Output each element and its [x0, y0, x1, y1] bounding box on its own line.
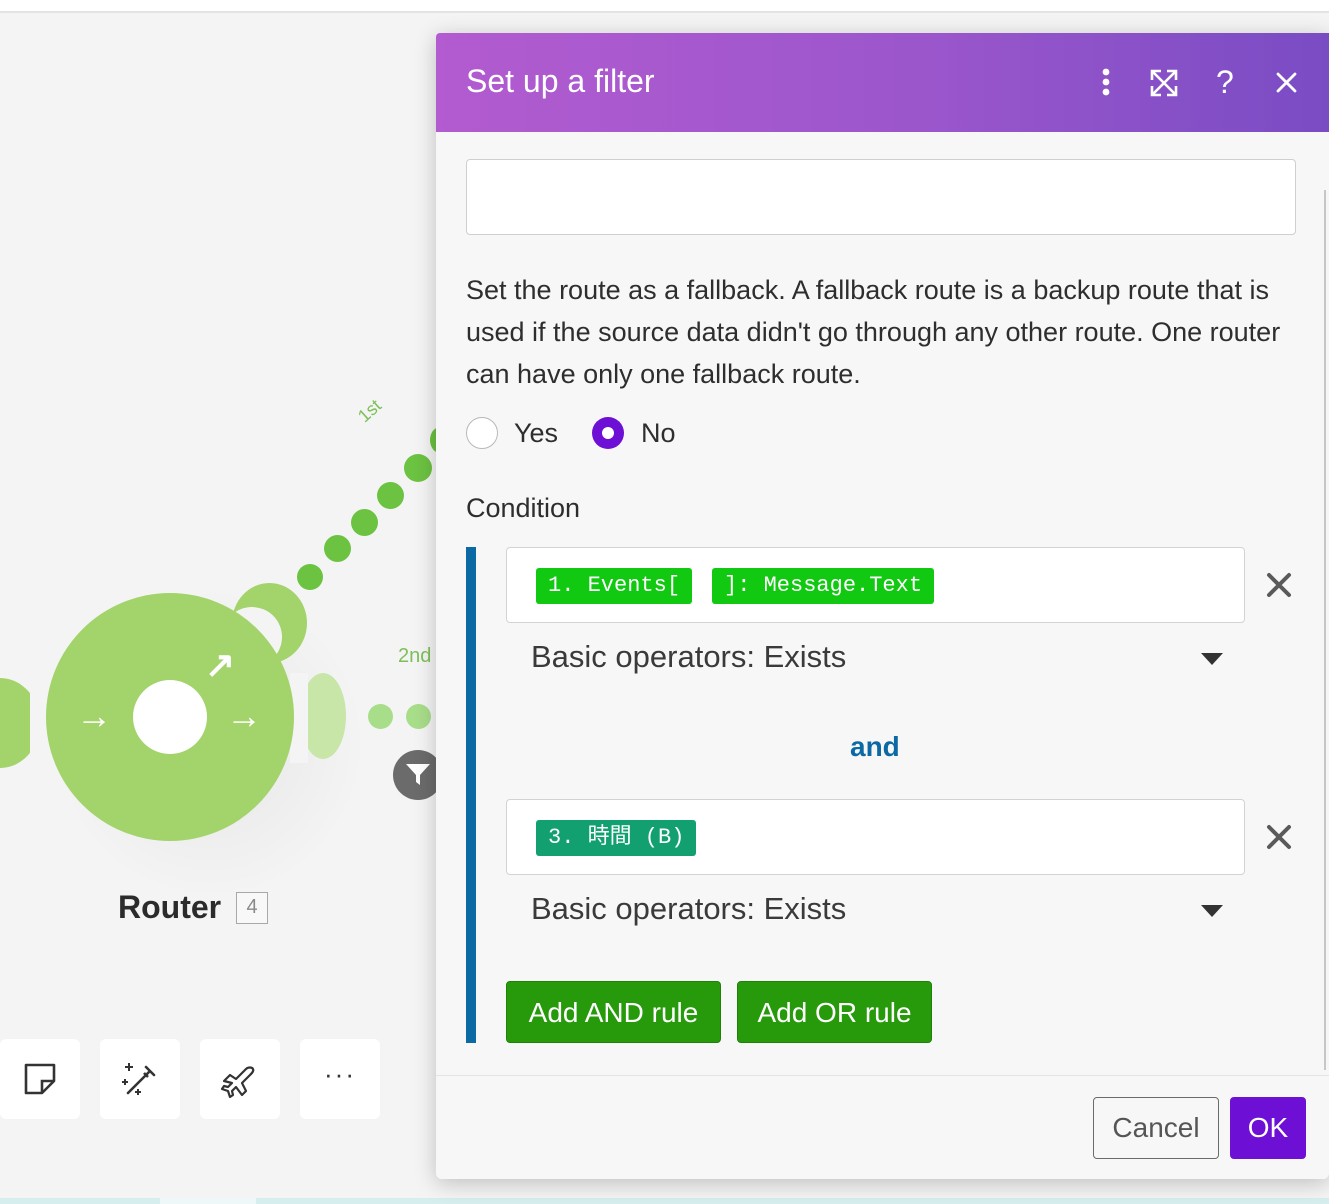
fallback-yes-radio[interactable] — [466, 417, 498, 449]
operand-token[interactable]: 1. Events[ — [536, 568, 693, 604]
and-joiner-label: and — [850, 731, 900, 762]
rule-1-operator-select[interactable]: Basic operators: Exists — [531, 639, 846, 675]
rule-1-operand-field[interactable]: 1. Events[ ]: Message.Text — [506, 547, 1245, 623]
module-name: Router — [118, 889, 222, 925]
more-button[interactable]: ··· — [300, 1039, 380, 1119]
magic-wand-icon — [122, 1063, 156, 1095]
rule-2-operand-field[interactable]: 3. 時間 (B) — [506, 799, 1245, 875]
route-1-dot — [377, 482, 404, 509]
airplane-icon — [220, 1066, 255, 1099]
scrollbar[interactable] — [1324, 190, 1326, 1070]
note-button[interactable] — [0, 1039, 80, 1119]
add-and-rule-button[interactable]: Add AND rule — [506, 981, 721, 1043]
chevron-down-icon[interactable] — [1201, 653, 1223, 665]
note-icon — [24, 1063, 56, 1095]
remove-rule-2-icon[interactable] — [1264, 822, 1294, 852]
route-label-1st: 1st — [353, 395, 386, 427]
more-icon: ··· — [324, 1059, 356, 1089]
filter-label-input[interactable] — [466, 159, 1296, 235]
arrow-right-icon: → — [226, 695, 262, 736]
fallback-description: Set the route as a fallback. A fallback … — [466, 275, 1281, 389]
route-2-dot — [406, 704, 431, 729]
router-center — [133, 680, 207, 754]
route-label-2nd: 2nd — [398, 645, 432, 667]
dialog-header: Set up a filter ? — [436, 33, 1329, 132]
module-id-badge: 4 — [236, 892, 268, 924]
route-1-dot — [404, 454, 432, 482]
chevron-down-icon[interactable] — [1201, 905, 1223, 917]
route-2-dot — [368, 704, 393, 729]
fallback-no-radio[interactable] — [592, 417, 624, 449]
add-or-rule-button[interactable]: Add OR rule — [737, 981, 932, 1043]
arrow-right-icon: → — [76, 695, 112, 736]
bottom-strip-segment — [160, 1198, 256, 1204]
help-label: ? — [1216, 64, 1234, 100]
explain-flow-button[interactable] — [200, 1039, 280, 1119]
route-1-dot — [324, 535, 351, 562]
arrow-up-right-icon: ↗ — [205, 644, 236, 685]
rule-2-operator-select[interactable]: Basic operators: Exists — [531, 891, 846, 927]
top-bar — [0, 0, 1329, 13]
remove-rule-1-icon[interactable] — [1264, 570, 1294, 600]
fallback-yes-label[interactable]: Yes — [514, 417, 558, 449]
canvas-gap — [30, 673, 44, 773]
cancel-button[interactable]: Cancel — [1093, 1097, 1219, 1159]
operand-token[interactable]: 3. 時間 (B) — [536, 820, 697, 856]
condition-group-bar — [466, 547, 476, 1043]
kebab-menu-icon[interactable] — [1086, 63, 1126, 103]
route-1-dot — [351, 509, 378, 536]
operand-token[interactable]: ]: Message.Text — [712, 568, 935, 604]
help-icon[interactable]: ? — [1206, 63, 1246, 103]
dialog-title: Set up a filter — [466, 63, 655, 99]
auto-align-button[interactable] — [100, 1039, 180, 1119]
close-icon[interactable] — [1266, 63, 1306, 103]
expand-icon[interactable] — [1144, 63, 1184, 103]
route-1-dot — [297, 564, 323, 590]
filter-dialog: Set up a filter ? Set the route as a fal… — [436, 33, 1329, 1179]
condition-heading: Condition — [466, 493, 581, 523]
ok-button[interactable]: OK — [1230, 1097, 1306, 1159]
fallback-no-label[interactable]: No — [641, 417, 676, 449]
